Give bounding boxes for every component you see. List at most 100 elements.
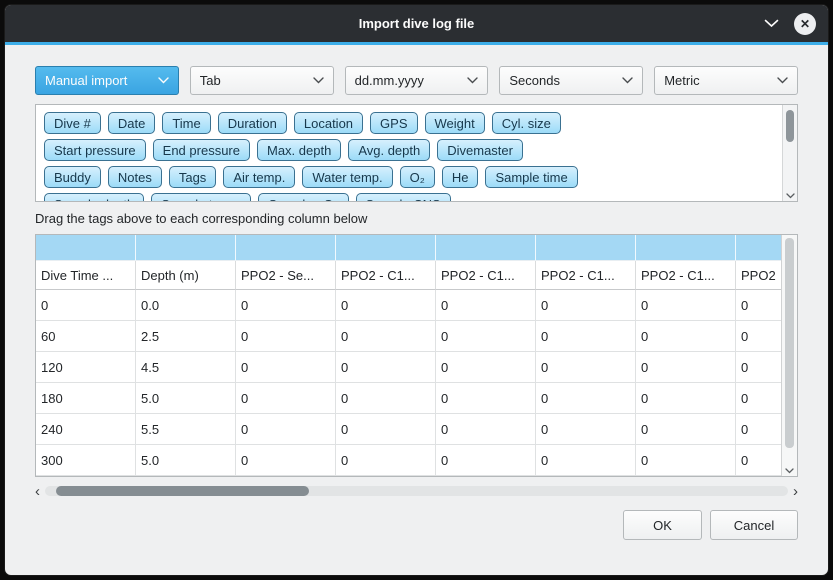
shade-button[interactable] (764, 19, 779, 28)
table-cell: 0 (436, 321, 536, 352)
import-tag[interactable]: Sample CNS (356, 193, 451, 201)
close-button[interactable]: ✕ (794, 13, 816, 35)
import-tag[interactable]: Time (162, 112, 210, 134)
column-drop-zone[interactable] (36, 235, 136, 261)
chevron-down-icon (313, 77, 324, 84)
table-cell: 0 (436, 414, 536, 445)
column-header: PPO2 - Se... (236, 261, 336, 290)
ok-button[interactable]: OK (623, 510, 702, 540)
table-cell: 0 (236, 383, 336, 414)
table-vertical-scrollbar[interactable] (781, 235, 797, 476)
field-separator-select[interactable]: Tab (190, 66, 334, 95)
table-cell: 0 (336, 290, 436, 321)
table-cell: 0 (236, 290, 336, 321)
table-horizontal-scrollbar[interactable]: ‹ › (35, 483, 798, 499)
column-header: PPO2 - C1... (436, 261, 536, 290)
table-cell: 0 (636, 414, 736, 445)
table-cell: 0 (636, 445, 736, 476)
import-mode-select[interactable]: Manual import (35, 66, 179, 95)
table-cell: 240 (36, 414, 136, 445)
window-titlebar[interactable]: Import dive log file ✕ (5, 5, 828, 42)
import-tag[interactable]: Weight (425, 112, 485, 134)
date-format-select[interactable]: dd.mm.yyyy (345, 66, 489, 95)
table-cell: 0 (736, 445, 781, 476)
table-cell: 0 (436, 383, 536, 414)
titlebar-controls: ✕ (764, 5, 816, 42)
table-row: 120 4.5 0 0 0 0 0 0 (36, 352, 781, 383)
import-tag[interactable]: Avg. depth (348, 139, 430, 161)
column-drop-zone[interactable] (336, 235, 436, 261)
column-drop-zone[interactable] (536, 235, 636, 261)
table-cell: 0 (636, 352, 736, 383)
tag-row: Start pressure End pressure Max. depth A… (44, 139, 774, 161)
column-header: PPO2 - C1... (336, 261, 436, 290)
import-tag[interactable]: Notes (108, 166, 162, 188)
import-tag[interactable]: O₂ (400, 166, 435, 188)
table-cell: 0 (536, 321, 636, 352)
column-drop-zone[interactable] (136, 235, 236, 261)
tag-row: Dive # Date Time Duration Location GPS W… (44, 112, 774, 134)
units-select[interactable]: Metric (654, 66, 798, 95)
table-cell: 0.0 (136, 290, 236, 321)
drop-zone-row (36, 235, 781, 261)
column-drop-zone[interactable] (436, 235, 536, 261)
table-cell: 0 (436, 352, 536, 383)
scrollbar-thumb[interactable] (786, 110, 794, 142)
import-tag[interactable]: Start pressure (44, 139, 146, 161)
table-row: 60 2.5 0 0 0 0 0 0 (36, 321, 781, 352)
tag-pool-scrollbar[interactable] (782, 105, 797, 201)
table-cell: 0 (536, 290, 636, 321)
import-tag[interactable]: Sample depth (44, 193, 144, 201)
scrollbar-track[interactable] (45, 486, 788, 496)
tag-pool: Dive # Date Time Duration Location GPS W… (35, 104, 798, 202)
table-viewport: Dive Time ... Depth (m) PPO2 - Se... PPO… (36, 235, 781, 476)
scroll-down-icon[interactable] (783, 193, 797, 199)
close-icon: ✕ (800, 18, 810, 30)
import-tag[interactable]: Dive # (44, 112, 101, 134)
import-tag[interactable]: GPS (370, 112, 417, 134)
column-header: PPO2 - C1... (536, 261, 636, 290)
import-tag[interactable]: Water temp. (302, 166, 392, 188)
import-mode-value: Manual import (45, 73, 127, 88)
import-tag[interactable]: Air temp. (223, 166, 295, 188)
table-cell: 0 (236, 414, 336, 445)
scrollbar-thumb[interactable] (56, 486, 309, 496)
column-header: Depth (m) (136, 261, 236, 290)
scroll-down-icon[interactable] (782, 468, 797, 474)
import-tag[interactable]: End pressure (153, 139, 250, 161)
import-tag[interactable]: Tags (169, 166, 216, 188)
column-drop-zone[interactable] (636, 235, 736, 261)
import-tag[interactable]: Location (294, 112, 363, 134)
import-tag[interactable]: He (442, 166, 479, 188)
column-drop-zone[interactable] (736, 235, 781, 261)
scroll-left-icon[interactable]: ‹ (35, 484, 40, 499)
table-cell: 0 (536, 383, 636, 414)
import-tag[interactable]: Divemaster (437, 139, 523, 161)
tag-row: Buddy Notes Tags Air temp. Water temp. O… (44, 166, 774, 188)
import-tag[interactable]: Date (108, 112, 155, 134)
preview-table: Dive Time ... Depth (m) PPO2 - Se... PPO… (35, 234, 798, 477)
import-tag[interactable]: Sample pO₂ (258, 193, 348, 201)
table-cell: 0 (436, 290, 536, 321)
import-tag[interactable]: Cyl. size (492, 112, 561, 134)
instruction-label: Drag the tags above to each correspondin… (35, 211, 798, 226)
cancel-button[interactable]: Cancel (710, 510, 798, 540)
duration-format-select[interactable]: Seconds (499, 66, 643, 95)
column-drop-zone[interactable] (236, 235, 336, 261)
scrollbar-thumb[interactable] (785, 238, 794, 448)
table-cell: 0 (636, 290, 736, 321)
table-cell: 0 (536, 352, 636, 383)
table-row: 0 0.0 0 0 0 0 0 0 (36, 290, 781, 321)
import-tag[interactable]: Buddy (44, 166, 101, 188)
scroll-right-icon[interactable]: › (793, 484, 798, 499)
table-row: 300 5.0 0 0 0 0 0 0 (36, 445, 781, 476)
import-tag[interactable]: Duration (218, 112, 287, 134)
import-tag[interactable]: Sample temp. (151, 193, 251, 201)
table-cell: 0 (736, 290, 781, 321)
import-tag[interactable]: Max. depth (257, 139, 341, 161)
column-header: Dive Time ... (36, 261, 136, 290)
field-separator-value: Tab (200, 73, 221, 88)
import-tag[interactable]: Sample time (485, 166, 577, 188)
table-cell: 5.5 (136, 414, 236, 445)
chevron-down-icon (158, 77, 169, 84)
